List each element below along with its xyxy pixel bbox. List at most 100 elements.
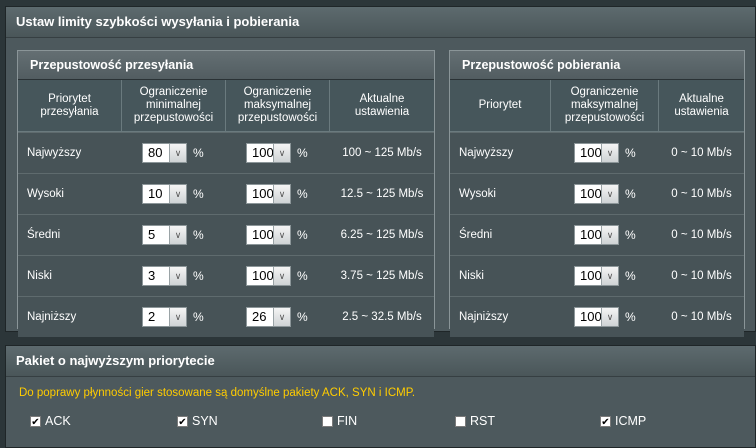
download-max-select[interactable]: 100 ∨ [574, 184, 619, 204]
chevron-down-icon[interactable]: ∨ [601, 144, 618, 162]
min-bandwidth-select[interactable]: 80 ∨ [142, 143, 187, 163]
min-bandwidth-select[interactable]: 5 ∨ [142, 225, 187, 245]
chevron-down-icon[interactable]: ∨ [169, 185, 186, 203]
download-bandwidth-box: Przepustowość pobierania Priorytet Ogran… [449, 50, 745, 337]
min-cell: 5 ∨% [122, 214, 226, 255]
checkbox-syn[interactable]: ✔ SYN [177, 414, 218, 428]
select-value: 100 [247, 267, 274, 285]
download-table: Priorytet Ograniczenie maksymalnej przep… [450, 80, 744, 337]
packet-panel-title: Pakiet o najwyższym priorytecie [6, 346, 755, 377]
max-bandwidth-select[interactable]: 100 ∨ [246, 225, 291, 245]
checkbox-label: RST [470, 414, 495, 428]
percent-label: % [625, 146, 636, 160]
table-row: Średni 100 ∨% 0 ~ 10 Mb/s [450, 214, 744, 255]
current-setting: 0 ~ 10 Mb/s [659, 255, 744, 296]
upload-header-current: Aktualne ustawienia [330, 80, 434, 132]
chevron-down-icon[interactable]: ∨ [601, 267, 618, 285]
percent-label: % [193, 228, 204, 242]
current-setting: 12.5 ~ 125 Mb/s [330, 173, 434, 214]
table-row: Najwyższy 100 ∨% 0 ~ 10 Mb/s [450, 132, 744, 173]
packet-note: Do poprawy płynności gier stosowane są d… [19, 387, 416, 399]
checkbox-fin[interactable]: FIN [322, 414, 357, 428]
max-bandwidth-select[interactable]: 100 ∨ [246, 143, 291, 163]
download-max-select[interactable]: 100 ∨ [574, 225, 619, 245]
percent-label: % [297, 146, 308, 160]
chevron-down-icon[interactable]: ∨ [169, 308, 186, 326]
select-value: 100 [575, 144, 602, 162]
table-row: Wysoki 100 ∨% 0 ~ 10 Mb/s [450, 173, 744, 214]
chevron-down-icon[interactable]: ∨ [601, 185, 618, 203]
checkbox-rst[interactable]: RST [455, 414, 495, 428]
select-value: 10 [143, 185, 169, 203]
table-row: Najwyższy 80 ∨% 100 ∨% 100 ~ 125 Mb/s [18, 132, 434, 173]
current-setting: 0 ~ 10 Mb/s [659, 296, 744, 337]
chevron-down-icon[interactable]: ∨ [169, 267, 186, 285]
download-header-priority: Priorytet [450, 80, 551, 132]
download-max-select[interactable]: 100 ∨ [574, 266, 619, 286]
chevron-down-icon[interactable]: ∨ [273, 308, 290, 326]
download-max-select[interactable]: 100 ∨ [574, 307, 619, 327]
min-cell: 80 ∨% [122, 132, 226, 173]
max-cell: 100 ∨% [226, 173, 330, 214]
percent-label: % [625, 228, 636, 242]
min-bandwidth-select[interactable]: 2 ∨ [142, 307, 187, 327]
priority-name: Wysoki [450, 173, 551, 214]
chevron-down-icon[interactable]: ∨ [601, 308, 618, 326]
priority-name: Najniższy [450, 296, 551, 337]
select-value: 100 [575, 226, 602, 244]
checkbox-icon[interactable] [322, 415, 333, 427]
percent-label: % [193, 146, 204, 160]
chevron-down-icon[interactable]: ∨ [169, 144, 186, 162]
select-value: 5 [143, 226, 169, 244]
upload-rows: Najwyższy 80 ∨% 100 ∨% 100 ~ 125 Mb/s Wysoki 10… [18, 132, 434, 337]
checkbox-icon[interactable]: ✔ [600, 415, 611, 428]
checkbox-ack[interactable]: ✔ ACK [30, 414, 71, 428]
chevron-down-icon[interactable]: ∨ [601, 226, 618, 244]
priority-name: Średni [18, 214, 122, 255]
min-cell: 3 ∨% [122, 255, 226, 296]
priority-name: Najniższy [18, 296, 122, 337]
select-value: 100 [247, 144, 274, 162]
percent-label: % [625, 269, 636, 283]
select-value: 100 [575, 267, 602, 285]
checkbox-icon[interactable] [455, 415, 466, 427]
download-max-select[interactable]: 100 ∨ [574, 143, 619, 163]
max-cell: 100 ∨% [226, 214, 330, 255]
max-cell: 100 ∨% [551, 132, 659, 173]
chevron-down-icon[interactable]: ∨ [273, 226, 290, 244]
checkbox-icon[interactable]: ✔ [30, 415, 41, 428]
table-row: Wysoki 10 ∨% 100 ∨% 12.5 ~ 125 Mb/s [18, 173, 434, 214]
max-cell: 100 ∨% [226, 132, 330, 173]
checkbox-icmp[interactable]: ✔ ICMP [600, 414, 646, 428]
checkbox-label: FIN [337, 414, 358, 428]
priority-name: Wysoki [18, 173, 122, 214]
percent-label: % [193, 187, 204, 201]
max-bandwidth-select[interactable]: 26 ∨ [246, 307, 291, 327]
chevron-down-icon[interactable]: ∨ [273, 144, 290, 162]
percent-label: % [297, 269, 308, 283]
chevron-down-icon[interactable]: ∨ [273, 185, 290, 203]
min-cell: 2 ∨% [122, 296, 226, 337]
min-bandwidth-select[interactable]: 10 ∨ [142, 184, 187, 204]
select-value: 26 [247, 308, 273, 326]
checkbox-icon[interactable]: ✔ [177, 415, 188, 428]
download-header-max: Ograniczenie maksymalnej przepustowości [551, 80, 659, 132]
table-row: Niski 3 ∨% 100 ∨% 3.75 ~ 125 Mb/s [18, 255, 434, 296]
current-setting: 100 ~ 125 Mb/s [330, 132, 434, 173]
table-row: Najniższy 100 ∨% 0 ~ 10 Mb/s [450, 296, 744, 337]
max-cell: 26 ∨% [226, 296, 330, 337]
max-bandwidth-select[interactable]: 100 ∨ [246, 184, 291, 204]
current-setting: 3.75 ~ 125 Mb/s [330, 255, 434, 296]
percent-label: % [297, 310, 308, 324]
max-bandwidth-select[interactable]: 100 ∨ [246, 266, 291, 286]
upload-box-title: Przepustowość przesyłania [18, 51, 434, 80]
current-setting: 0 ~ 10 Mb/s [659, 214, 744, 255]
min-bandwidth-select[interactable]: 3 ∨ [142, 266, 187, 286]
min-cell: 10 ∨% [122, 173, 226, 214]
current-setting: 6.25 ~ 125 Mb/s [330, 214, 434, 255]
select-value: 2 [143, 308, 169, 326]
percent-label: % [193, 310, 204, 324]
chevron-down-icon[interactable]: ∨ [169, 226, 186, 244]
priority-name: Średni [450, 214, 551, 255]
chevron-down-icon[interactable]: ∨ [273, 267, 290, 285]
